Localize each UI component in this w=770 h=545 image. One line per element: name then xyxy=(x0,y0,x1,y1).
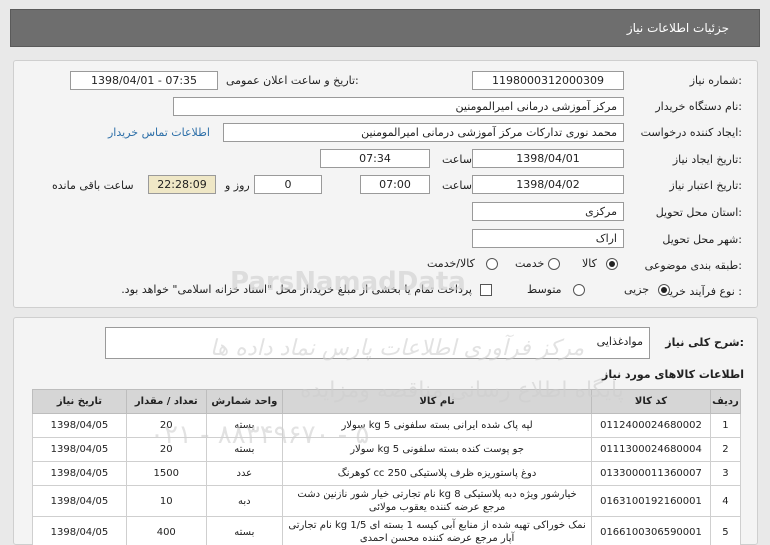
cell-unit: دبه xyxy=(205,485,284,517)
col-name: نام کالا xyxy=(282,389,593,414)
province-label: استان محل تحویل: xyxy=(655,206,742,219)
validity-time-field: 07:00 xyxy=(360,175,430,194)
cell-row: 2 xyxy=(709,437,742,462)
page-title: جزئیات اطلاعات نیاز xyxy=(626,21,729,35)
cell-row: 3 xyxy=(709,461,742,486)
cell-code: 0111300024680004 xyxy=(591,437,711,462)
col-row: ردیف xyxy=(709,389,742,414)
summary-field: موادغذایی xyxy=(105,327,650,359)
cell-unit: بسته xyxy=(205,516,284,545)
table-row: 1398/04/05 20 بسته لپه پاک شده ایرانی بس… xyxy=(32,413,742,438)
process-label: نوع فرآیند خرید : xyxy=(664,285,742,298)
process-minor-radio[interactable] xyxy=(658,284,670,296)
created-time-field: 07:34 xyxy=(320,149,430,168)
col-qty: تعداد / مقدار xyxy=(125,389,207,414)
cell-code: 0133000011360007 xyxy=(591,461,711,486)
created-time-label: ساعت xyxy=(442,153,472,166)
category-goods-radio[interactable] xyxy=(606,258,618,270)
summary-label: شرح کلی نیاز: xyxy=(665,336,744,349)
table-row: 1398/04/05 10 دبه خیارشور ویژه دبه پلاست… xyxy=(32,485,742,517)
days-label: روز و xyxy=(225,179,250,192)
creator-label: ایجاد کننده درخواست: xyxy=(640,126,742,139)
validity-date-field: 1398/04/02 xyxy=(472,175,624,194)
table-row: 1398/04/05 400 بسته نمک خوراکی تهیه شده … xyxy=(32,516,742,545)
cell-name: نمک خوراکی تهیه شده از منابع آبی کیسه 1 … xyxy=(282,516,593,545)
cell-unit: عدد xyxy=(205,461,284,486)
process-medium-radio[interactable] xyxy=(573,284,585,296)
treasury-payment-note: پرداخت تمام یا بخشی از مبلغ خرید،از محل … xyxy=(121,283,472,296)
created-date-field: 1398/04/01 xyxy=(472,149,624,168)
cell-code: 0166100306590001 xyxy=(591,516,711,545)
cell-unit: بسته xyxy=(205,413,284,438)
cell-name: خیارشور ویژه دبه پلاستیکی 8 kg نام تجارت… xyxy=(282,485,593,517)
announce-field: 1398/04/01 - 07:35 xyxy=(70,71,218,90)
cell-row: 1 xyxy=(709,413,742,438)
col-unit: واحد شمارش xyxy=(205,389,284,414)
cell-date: 1398/04/05 xyxy=(32,516,127,545)
days-field: 0 xyxy=(254,175,322,194)
category-goods-label: کالا xyxy=(582,257,597,270)
city-label: شهر محل تحویل: xyxy=(662,233,742,246)
table-row: 1398/04/05 20 بسته جو پوست کنده بسته سلف… xyxy=(32,437,742,462)
cell-unit: بسته xyxy=(205,437,284,462)
cell-name: دوغ پاستوریزه ظرف پلاستیکی 250 cc کوهرنگ xyxy=(282,461,593,486)
table-header-row: تاریخ نیاز تعداد / مقدار واحد شمارش نام … xyxy=(32,389,742,414)
category-goods-service-label: کالا/خدمت xyxy=(427,257,475,270)
cell-qty: 20 xyxy=(125,413,207,438)
cell-date: 1398/04/05 xyxy=(32,437,127,462)
created-date-label: تاریخ ایجاد نیاز: xyxy=(672,153,742,166)
cell-row: 5 xyxy=(709,516,742,545)
col-code: کد کالا xyxy=(591,389,711,414)
cell-name: جو پوست کنده بسته سلفونی 5 kg سولار xyxy=(282,437,593,462)
table-row: 1398/04/05 1500 عدد دوغ پاستوریزه ظرف پل… xyxy=(32,461,742,486)
category-label: طبقه بندی موضوعی: xyxy=(644,259,742,272)
treasury-payment-checkbox[interactable] xyxy=(480,284,492,296)
cell-code: 0112400024680002 xyxy=(591,413,711,438)
need-number-label: شماره نیاز: xyxy=(689,74,742,87)
col-date: تاریخ نیاز xyxy=(32,389,127,414)
process-medium-label: متوسط xyxy=(527,283,562,296)
page-header: جزئیات اطلاعات نیاز xyxy=(10,9,760,47)
category-service-radio[interactable] xyxy=(548,258,560,270)
cell-date: 1398/04/05 xyxy=(32,413,127,438)
cell-date: 1398/04/05 xyxy=(32,461,127,486)
category-goods-service-radio[interactable] xyxy=(486,258,498,270)
cell-code: 0163100192160001 xyxy=(591,485,711,517)
buyer-contact-link[interactable]: اطلاعات تماس خریدار xyxy=(108,126,210,139)
buyer-field: مرکز آموزشی درمانی امیرالمومنین xyxy=(173,97,624,116)
cell-qty: 20 xyxy=(125,437,207,462)
creator-field: محمد نوری تدارکات مرکز آموزشی درمانی امی… xyxy=(223,123,624,142)
buyer-label: نام دستگاه خریدار: xyxy=(655,100,742,113)
process-minor-label: جزیی xyxy=(624,283,650,296)
city-field: اراک xyxy=(472,229,624,248)
cell-row: 4 xyxy=(709,485,742,517)
remaining-time-field: 22:28:09 xyxy=(148,175,216,194)
cell-qty: 1500 xyxy=(125,461,207,486)
cell-date: 1398/04/05 xyxy=(32,485,127,517)
remaining-label: ساعت باقی مانده xyxy=(52,179,134,192)
cell-qty: 400 xyxy=(125,516,207,545)
category-service-label: خدمت xyxy=(515,257,545,270)
need-number-field: 1198000312000309 xyxy=(472,71,624,90)
items-table: تاریخ نیاز تعداد / مقدار واحد شمارش نام … xyxy=(32,389,742,545)
cell-qty: 10 xyxy=(125,485,207,517)
cell-name: لپه پاک شده ایرانی بسته سلفونی 5 kg سولا… xyxy=(282,413,593,438)
announce-label: تاریخ و ساعت اعلان عمومی: xyxy=(226,74,359,87)
validity-date-label: تاریخ اعتبار نیاز: xyxy=(669,179,742,192)
validity-time-label: ساعت xyxy=(442,179,472,192)
items-title: اطلاعات کالاهای مورد نیاز xyxy=(602,368,744,381)
province-field: مرکزی xyxy=(472,202,624,221)
